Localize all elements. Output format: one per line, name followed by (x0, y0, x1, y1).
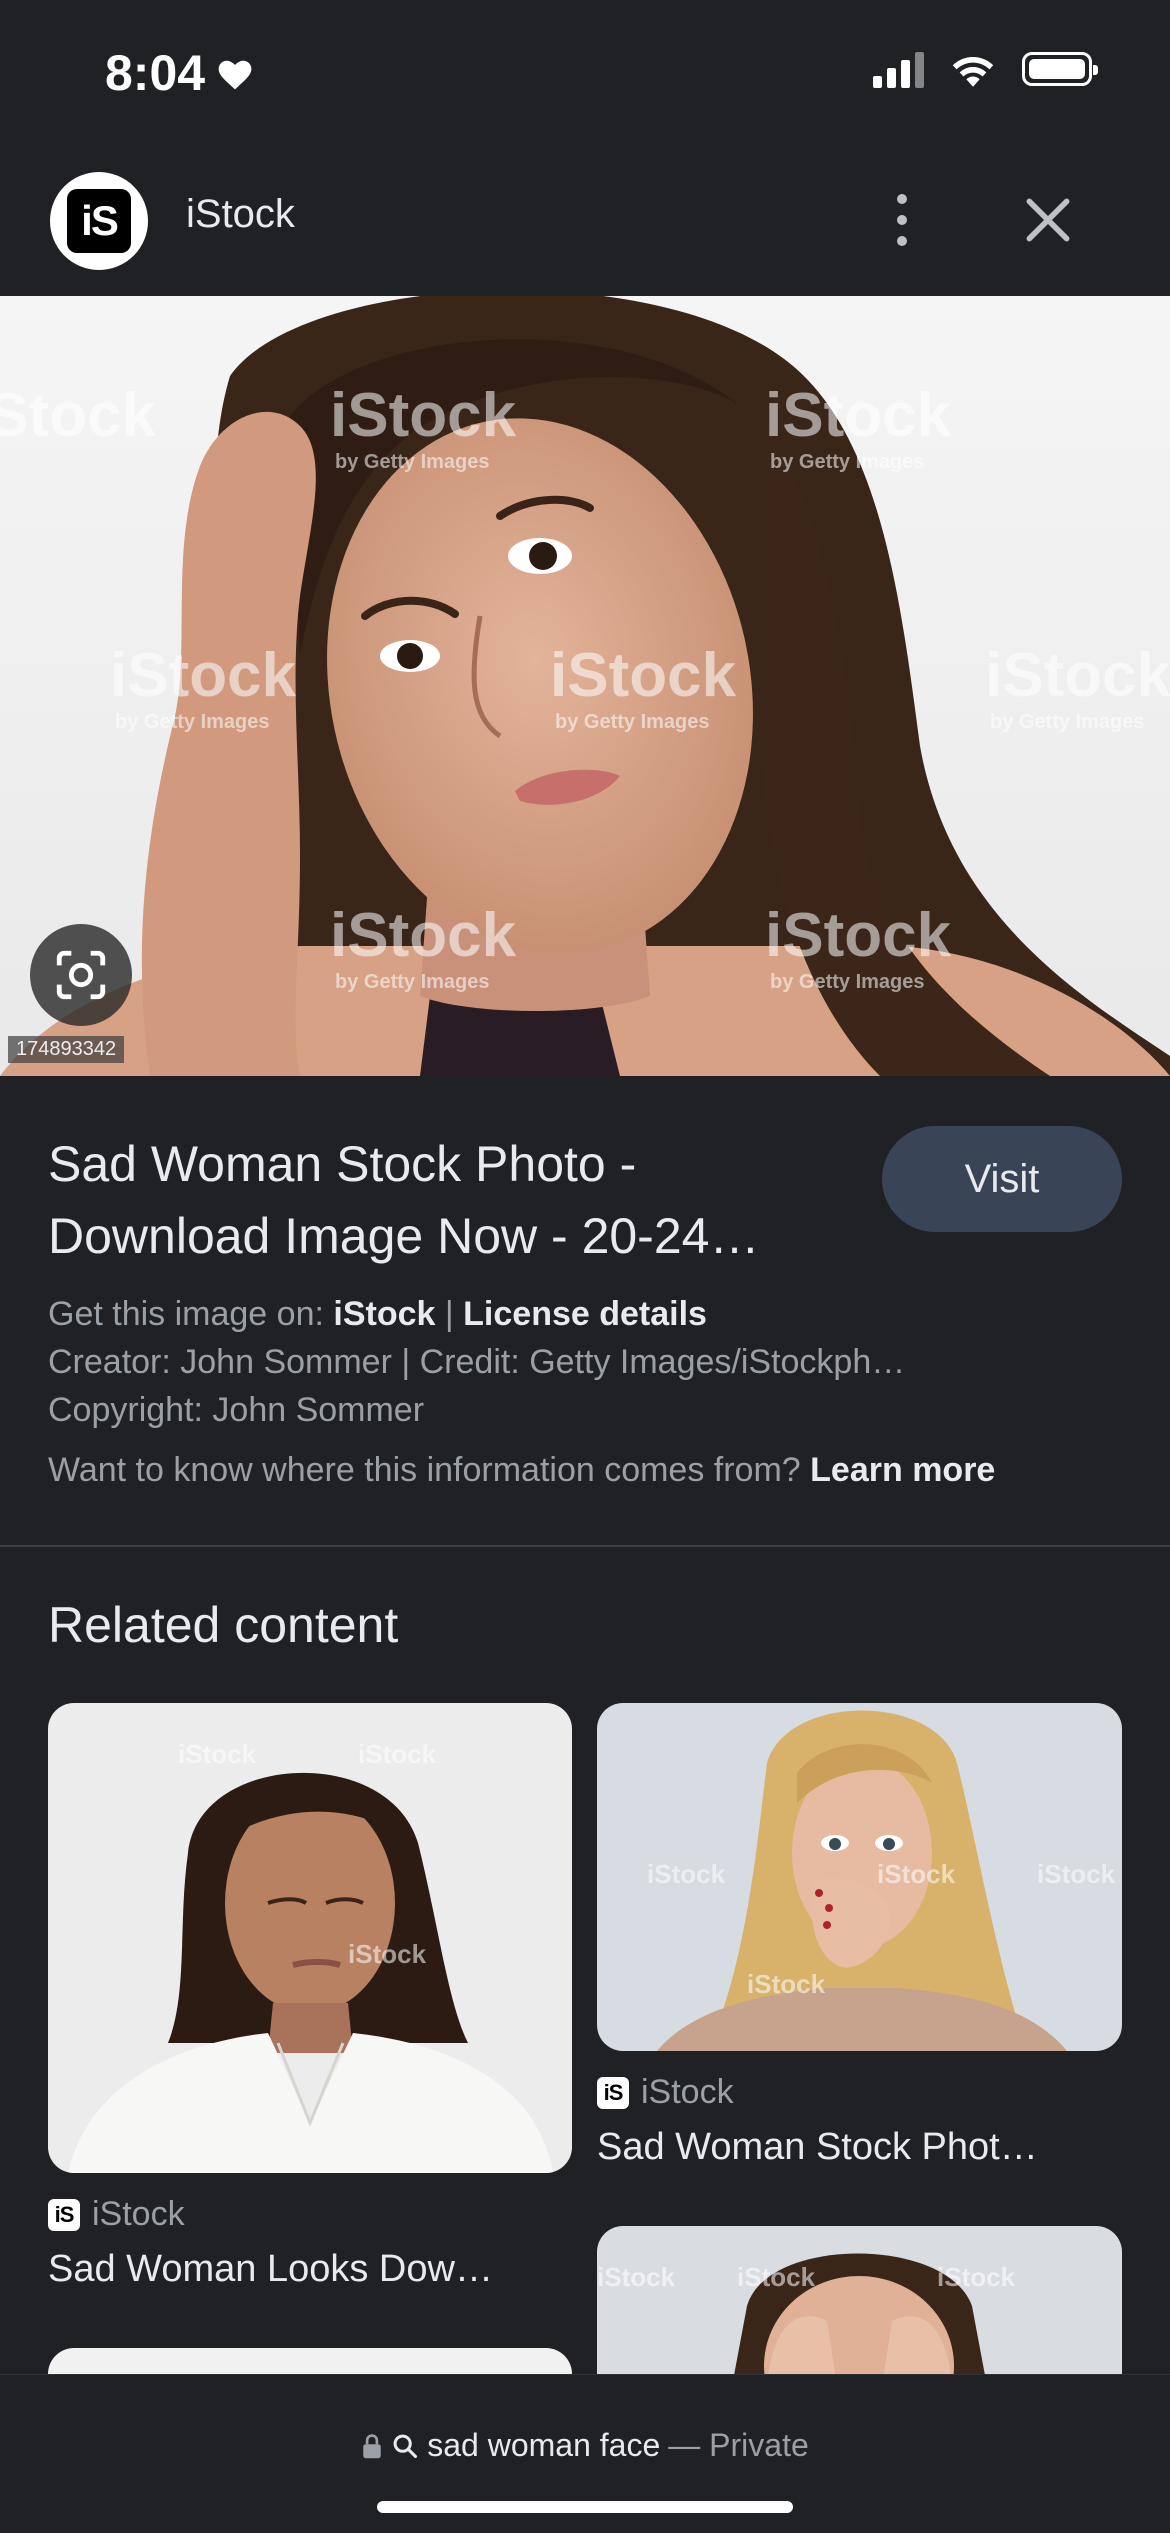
svg-text:iStock: iStock (1037, 1859, 1116, 1889)
visit-button[interactable]: Visit (882, 1126, 1122, 1232)
related-item[interactable]: iStock iStock iStock (597, 2226, 1122, 2386)
svg-text:iStock: iStock (765, 381, 952, 450)
svg-text:by Getty Images: by Getty Images (770, 451, 925, 473)
svg-text:by Getty Images: by Getty Images (115, 711, 270, 733)
svg-text:iStock: iStock (877, 1859, 956, 1889)
result-info: Sad Woman Stock Photo - Download Image N… (0, 1076, 1170, 1546)
result-title[interactable]: Sad Woman Stock Photo - Download Image N… (48, 1128, 868, 1272)
svg-text:by Getty Images: by Getty Images (555, 711, 710, 733)
svg-text:iStock: iStock (348, 1939, 427, 1969)
close-button[interactable] (1020, 192, 1076, 248)
related-item[interactable]: iStock iStock iStock iS iStock Sad Woman L… (48, 1703, 572, 2291)
related-thumbnail[interactable]: iStock iStock iStock (48, 1703, 572, 2173)
svg-text:iStock: iStock (647, 1859, 726, 1889)
photo-woman-hand-on-head: iStock by Getty Images iStock by Getty I… (0, 296, 1170, 1076)
svg-text:iStock: iStock (330, 381, 517, 450)
clock-time: 8:04 (105, 45, 206, 101)
clock: 8:04 (105, 44, 255, 102)
close-icon (1026, 198, 1070, 242)
license-details-link[interactable]: License details (463, 1295, 707, 1333)
svg-text:iStock: iStock (597, 2262, 676, 2292)
svg-text:iStock: iStock (358, 1739, 437, 1769)
related-source: iStock (641, 2073, 734, 2111)
svg-text:by Getty Images: by Getty Images (335, 971, 490, 993)
get-image-source-link[interactable]: iStock (333, 1295, 435, 1333)
private-mode-label: — Private (668, 2427, 809, 2463)
viewer-header: iS iStock (0, 150, 1170, 296)
svg-text:iStock: iStock (110, 641, 297, 710)
related-item[interactable]: iStock iStock iStock iStock iS iStock Sad W… (597, 1703, 1122, 2169)
svg-text:by Getty Images: by Getty Images (335, 451, 490, 473)
wifi-icon (952, 56, 994, 87)
lens-icon (56, 950, 106, 1000)
istock-logo-icon: iS (67, 189, 131, 253)
image-id-label: 174893342 (8, 1036, 125, 1063)
photo-blonde-woman-covering-mouth: iStock iStock iStock iStock (597, 1703, 1122, 2051)
related-title[interactable]: Sad Woman Stock Phot… (597, 2126, 1122, 2169)
istock-source-icon: iS (48, 2198, 80, 2231)
search-query: sad woman face (427, 2427, 661, 2463)
related-thumbnail[interactable]: iStock iStock iStock iStock (597, 1703, 1122, 2051)
creator-credit: Creator: John Sommer | Credit: Getty Ima… (48, 1343, 906, 1381)
svg-text:iStock: iStock (747, 1969, 826, 1999)
lock-icon (363, 2433, 381, 2458)
get-image-prefix: Get this image on: (48, 1295, 324, 1333)
more-options-button[interactable] (882, 188, 922, 252)
svg-text:iStock: iStock (937, 2262, 1016, 2292)
address-bar[interactable]: sad woman face — Private (0, 2427, 1170, 2464)
status-bar: 8:04 (0, 0, 1170, 150)
related-title[interactable]: Sad Woman Looks Dow… (48, 2248, 572, 2291)
photo-woman-hands-on-face: iStock iStock iStock (597, 2226, 1122, 2386)
main-image[interactable]: iStock by Getty Images iStock by Getty I… (0, 296, 1170, 1076)
copyright: Copyright: John Sommer (48, 1391, 425, 1429)
image-metadata: Get this image on: iStock | License deta… (48, 1290, 1128, 1494)
related-content-heading: Related content (48, 1597, 399, 1653)
browser-bottom-bar: sad woman face — Private (0, 2374, 1170, 2533)
svg-text:iStock: iStock (330, 901, 517, 970)
visual-search-button[interactable] (30, 924, 132, 1026)
photo-woman-looking-down: iStock iStock iStock (48, 1703, 572, 2173)
svg-text:by Getty Images: by Getty Images (770, 971, 925, 993)
istock-source-icon: iS (597, 2076, 629, 2109)
svg-text:iStock: iStock (765, 901, 952, 970)
related-thumbnail[interactable]: iStock iStock iStock (597, 2226, 1122, 2386)
home-indicator[interactable] (377, 2501, 793, 2513)
svg-text:iStock: iStock (550, 641, 737, 710)
related-source: iStock (92, 2195, 185, 2233)
more-vert-icon (897, 194, 907, 204)
svg-text:iStock: iStock (985, 641, 1170, 710)
search-icon (393, 2434, 418, 2458)
cellular-signal-icon (873, 50, 924, 88)
info-question: Want to know where this information come… (48, 1451, 801, 1489)
svg-text:iStock: iStock (737, 2262, 816, 2292)
heart-icon (218, 60, 252, 90)
svg-text:iStock: iStock (0, 381, 157, 450)
svg-text:iStock: iStock (178, 1739, 257, 1769)
site-name[interactable]: iStock (186, 192, 295, 237)
battery-icon (1022, 52, 1098, 86)
learn-more-link[interactable]: Learn more (810, 1451, 995, 1489)
site-logo[interactable]: iS (50, 172, 148, 270)
svg-text:by Getty Images: by Getty Images (990, 711, 1145, 733)
section-divider (0, 1545, 1170, 1547)
